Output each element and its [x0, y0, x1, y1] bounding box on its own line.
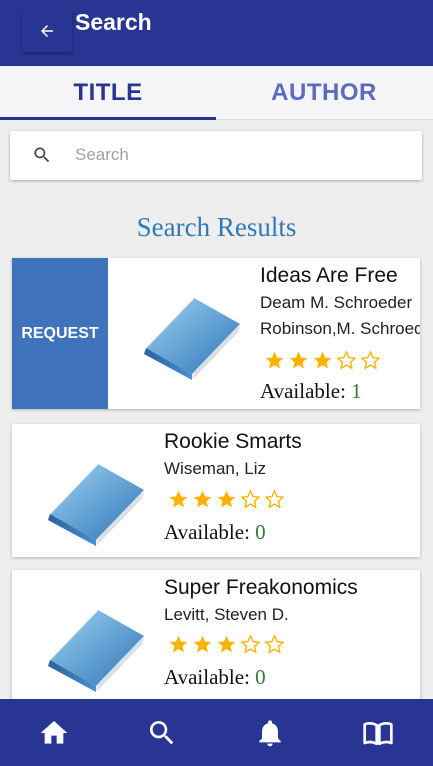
- book-open-icon: [363, 721, 393, 745]
- book-author: Robinson,M. Schroeder: [260, 319, 420, 338]
- search-icon: [149, 720, 174, 744]
- rating-stars: [168, 634, 285, 655]
- tab-title[interactable]: TITLE: [0, 66, 216, 120]
- result-card[interactable]: Rookie Smarts Wiseman, Liz Available: 0: [12, 424, 420, 557]
- star-empty-icon: [360, 350, 381, 371]
- star-empty-icon: [264, 634, 285, 655]
- book-authors: Deam M. Schroeder Robinson,M. Schroeder: [260, 290, 420, 342]
- rating-stars: [264, 350, 381, 371]
- search-bar[interactable]: [10, 131, 422, 180]
- back-button[interactable]: [22, 10, 72, 52]
- star-filled-icon: [192, 489, 213, 510]
- available-count: 0: [255, 665, 266, 689]
- available-label: Available:: [164, 665, 250, 689]
- bottom-nav: [0, 699, 433, 766]
- star-filled-icon: [312, 350, 333, 371]
- available-count: 0: [255, 520, 266, 544]
- bell-icon: [259, 719, 281, 746]
- star-empty-icon: [240, 489, 261, 510]
- rating-stars: [168, 489, 285, 510]
- star-filled-icon: [192, 634, 213, 655]
- home-icon: [40, 720, 68, 744]
- app-bar: Search: [0, 0, 433, 66]
- star-filled-icon: [288, 350, 309, 371]
- book-title: Super Freakonomics: [164, 576, 358, 599]
- book-author: Deam M. Schroeder: [260, 293, 413, 312]
- book-icon: [40, 600, 148, 692]
- star-filled-icon: [216, 489, 237, 510]
- availability: Available: 0: [164, 520, 266, 545]
- book-author: Wiseman, Liz: [164, 459, 267, 478]
- nav-home[interactable]: [0, 699, 108, 766]
- active-tab-indicator: [0, 117, 216, 120]
- book-title: Rookie Smarts: [164, 430, 302, 453]
- book-authors: Levitt, Steven D.: [164, 602, 289, 628]
- star-filled-icon: [264, 350, 285, 371]
- star-filled-icon: [216, 634, 237, 655]
- tab-author[interactable]: AUTHOR: [216, 66, 432, 120]
- star-empty-icon: [264, 489, 285, 510]
- request-button[interactable]: REQUEST: [12, 258, 108, 409]
- book-author: Levitt, Steven D.: [164, 605, 289, 624]
- star-filled-icon: [168, 634, 189, 655]
- available-count: 1: [351, 379, 362, 403]
- star-empty-icon: [240, 634, 261, 655]
- search-input[interactable]: [75, 140, 405, 170]
- nav-search[interactable]: [108, 699, 216, 766]
- nav-library[interactable]: [324, 699, 432, 766]
- nav-notifications[interactable]: [216, 699, 324, 766]
- page-title: Search: [75, 9, 152, 35]
- book-title: Ideas Are Free: [260, 264, 398, 287]
- book-authors: Wiseman, Liz: [164, 456, 266, 482]
- available-label: Available:: [164, 520, 250, 544]
- star-filled-icon: [168, 489, 189, 510]
- star-empty-icon: [336, 350, 357, 371]
- search-results-heading: Search Results: [136, 212, 297, 242]
- arrow-left-icon: [41, 25, 53, 37]
- search-tabs: TITLE AUTHOR: [0, 66, 433, 120]
- search-icon: [34, 147, 50, 163]
- result-card[interactable]: Super Freakonomics Levitt, Steven D. Ava…: [12, 570, 420, 710]
- availability: Available: 0: [164, 665, 266, 690]
- result-card[interactable]: REQUEST Ideas Are Free Deam M. Schroeder…: [12, 258, 420, 409]
- book-icon: [40, 454, 148, 546]
- available-label: Available:: [260, 379, 346, 403]
- availability: Available: 1: [260, 379, 362, 404]
- book-icon: [136, 288, 244, 380]
